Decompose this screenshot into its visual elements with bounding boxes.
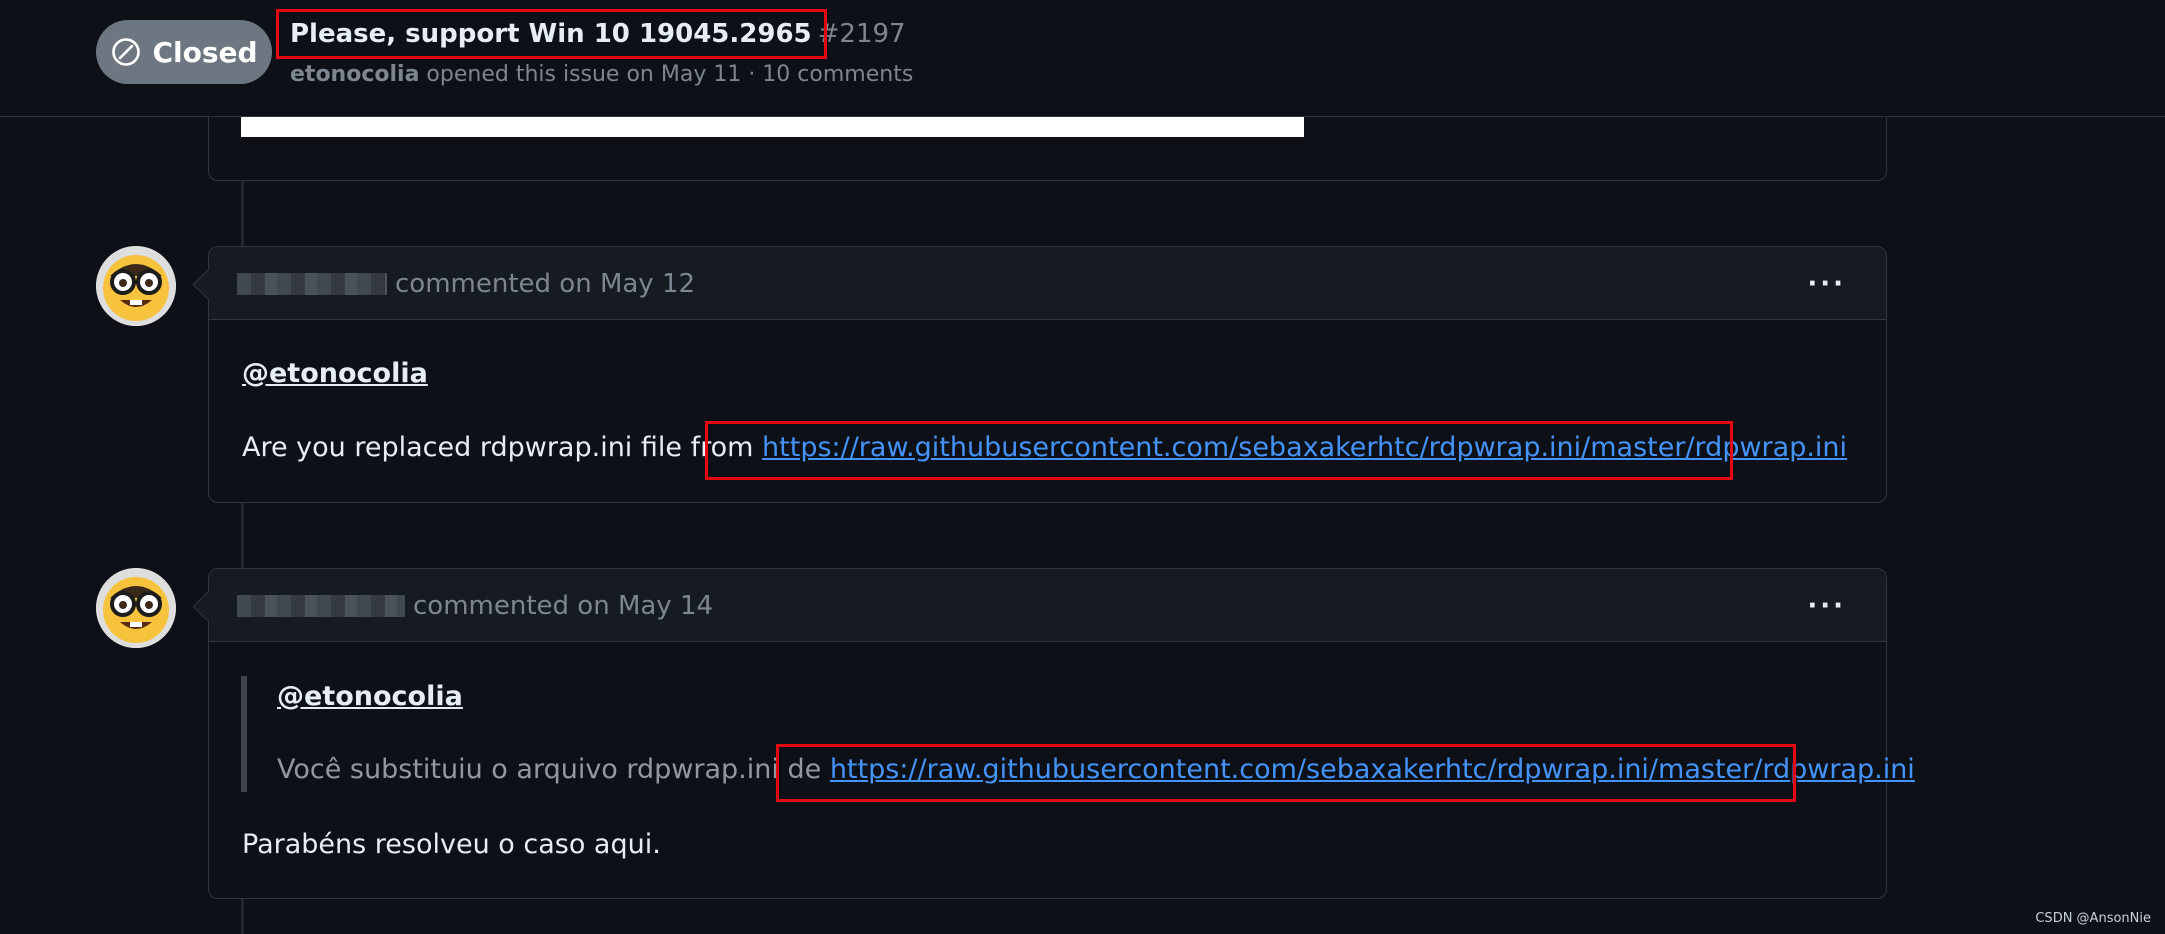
- mention-link[interactable]: @etonocolia: [277, 681, 463, 712]
- mention-link[interactable]: @etonocolia: [242, 358, 428, 389]
- issue-meta: etonocolia opened this issue on May 11 ·…: [290, 62, 913, 87]
- redacted-username[interactable]: [237, 595, 405, 617]
- issue-header: Closed Please, support Win 10 19045.2965…: [0, 0, 2165, 117]
- issue-meta-text: opened this issue on May 11 · 10 comment…: [426, 62, 914, 87]
- quote-body: Você substituiu o arquivo rdpwrap.ini de…: [277, 754, 1915, 785]
- circle-slash-icon: [112, 38, 141, 66]
- comment-card: commented on May 12 ···: [192, 246, 1887, 503]
- rdpwrap-ini-link[interactable]: https://raw.githubusercontent.com/sebaxa…: [762, 432, 1847, 463]
- kebab-horizontal-icon[interactable]: ···: [1807, 591, 1846, 621]
- nerd-face-icon: [96, 568, 176, 648]
- comment-mention[interactable]: @etonocolia: [242, 358, 428, 389]
- rdpwrap-ini-link[interactable]: https://raw.githubusercontent.com/sebaxa…: [830, 754, 1915, 785]
- attached-screenshot-image: [241, 116, 1304, 137]
- comment-author-line: commented on May 12: [237, 269, 695, 299]
- avatar[interactable]: [96, 246, 176, 326]
- comment-pointer: [192, 591, 223, 622]
- issue-title-text: Please, support Win 10 19045.2965: [290, 19, 812, 49]
- state-label: Closed: [152, 35, 258, 69]
- closed-state-badge: Closed: [96, 20, 272, 84]
- comment-pointer: [192, 269, 223, 300]
- comment-body: Are you replaced rdpwrap.ini file from h…: [242, 432, 1847, 463]
- quote-text: Você substituiu o arquivo rdpwrap.ini de: [277, 754, 822, 785]
- watermark: CSDN @AnsonNie: [2035, 911, 2151, 926]
- redacted-username[interactable]: [237, 273, 387, 295]
- nerd-face-icon: [96, 246, 176, 326]
- comment-text: Are you replaced rdpwrap.ini file from: [242, 432, 754, 463]
- comment-timestamp[interactable]: commented on May 14: [413, 591, 713, 621]
- issue-number: #2197: [817, 19, 906, 49]
- comment-header: commented on May 12 ···: [192, 247, 1886, 320]
- comment-author-line: commented on May 14: [237, 591, 713, 621]
- reply-text: Parabéns resolveu o caso aqui.: [242, 829, 661, 860]
- quote-mention[interactable]: @etonocolia: [277, 681, 463, 712]
- comment-timestamp[interactable]: commented on May 12: [395, 269, 695, 299]
- comment-header: commented on May 14 ···: [192, 569, 1886, 642]
- avatar[interactable]: [96, 568, 176, 648]
- blockquote-bar: [241, 676, 247, 792]
- issue-author-link[interactable]: etonocolia: [290, 62, 419, 87]
- issue-title: Please, support Win 10 19045.2965 #2197: [290, 19, 906, 49]
- kebab-horizontal-icon[interactable]: ···: [1807, 269, 1846, 299]
